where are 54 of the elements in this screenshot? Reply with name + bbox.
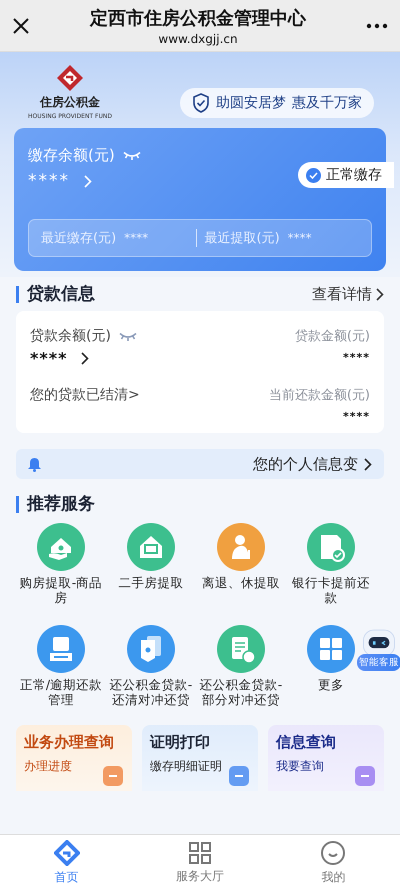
balance-label: 缴存余额(元) <box>28 146 115 165</box>
amount-label: 当前还款金额(元) <box>268 387 370 404</box>
nav-tab[interactable]: 我的 <box>266 835 400 890</box>
site-url: www.dxgjj.cn <box>158 32 238 46</box>
amount-label: 贷款金额(元) <box>294 328 370 345</box>
quick-card[interactable]: 信息查询 我要查询 <box>268 725 384 791</box>
recent-value: **** <box>124 231 148 245</box>
nav-tab[interactable]: 首页 <box>0 835 134 890</box>
service-item[interactable]: 银行卡提前还款 <box>286 523 376 621</box>
assistant-label: 智能客服 <box>357 654 400 671</box>
brand-name: 住房公积金 <box>40 94 100 111</box>
close-icon[interactable] <box>12 16 30 34</box>
section-title: 贷款信息 <box>16 286 95 302</box>
grid-icon <box>188 840 212 864</box>
smiley-icon <box>320 840 346 866</box>
recent-value: **** <box>288 231 312 245</box>
recent-label: 最近提取(元) <box>204 230 280 247</box>
assistant-button[interactable]: 智能客服 <box>358 628 400 671</box>
chevron-icon <box>84 174 92 188</box>
quick-card[interactable]: 证明打印 缴存明细证明 <box>142 725 258 791</box>
chevron-icon <box>376 288 384 300</box>
nav-tab[interactable]: 服务大厅 <box>133 835 267 890</box>
bell-icon <box>28 456 41 472</box>
slogan-text: 惠及千万家 <box>292 94 362 112</box>
amount-value: **** <box>342 351 370 364</box>
service-item[interactable]: 离退、休提取 <box>202 523 280 621</box>
balance-value: **** <box>28 171 70 191</box>
service-item[interactable]: 还公积金贷款-还清对冲还贷 <box>106 625 196 723</box>
check-circle-icon <box>306 168 321 182</box>
service-item[interactable]: 二手房提取 <box>118 523 184 621</box>
service-item[interactable]: 正常/逾期还款管理 <box>16 625 106 723</box>
service-item[interactable]: 购房提取-商品房 <box>16 523 106 621</box>
loan-balance-label: 贷款余额(元) <box>30 327 111 345</box>
home-icon <box>54 840 80 866</box>
chevron-icon <box>81 352 90 365</box>
recent-label: 最近缴存(元) <box>41 230 116 247</box>
status-text: 正常缴存 <box>326 166 382 184</box>
page-title: 定西市住房公积金管理中心 <box>90 6 306 30</box>
loan-status-link[interactable]: 您的贷款已结清> <box>30 386 140 404</box>
view-details-link[interactable]: 查看详情 <box>312 284 384 304</box>
notice-text: 您的个人信息变 <box>253 454 358 474</box>
quick-card[interactable]: 业务办理查询 办理进度 <box>16 725 132 791</box>
chevron-icon <box>364 458 372 470</box>
eye-closed-icon[interactable] <box>118 332 137 340</box>
more-icon[interactable] <box>366 22 388 28</box>
section-title: 推荐服务 <box>16 496 95 512</box>
loan-balance-value: **** <box>30 349 68 368</box>
amount-value: **** <box>342 410 370 423</box>
service-item[interactable]: 还公积金贷款-部分对冲还贷 <box>196 625 286 723</box>
notice-bar[interactable]: 您的个人信息变 <box>16 449 384 479</box>
logo-icon <box>54 64 85 92</box>
slogan-text: 助圆安居梦 <box>216 94 286 112</box>
service-item[interactable]: 更多 <box>307 625 355 723</box>
shield-check-icon <box>192 93 210 113</box>
